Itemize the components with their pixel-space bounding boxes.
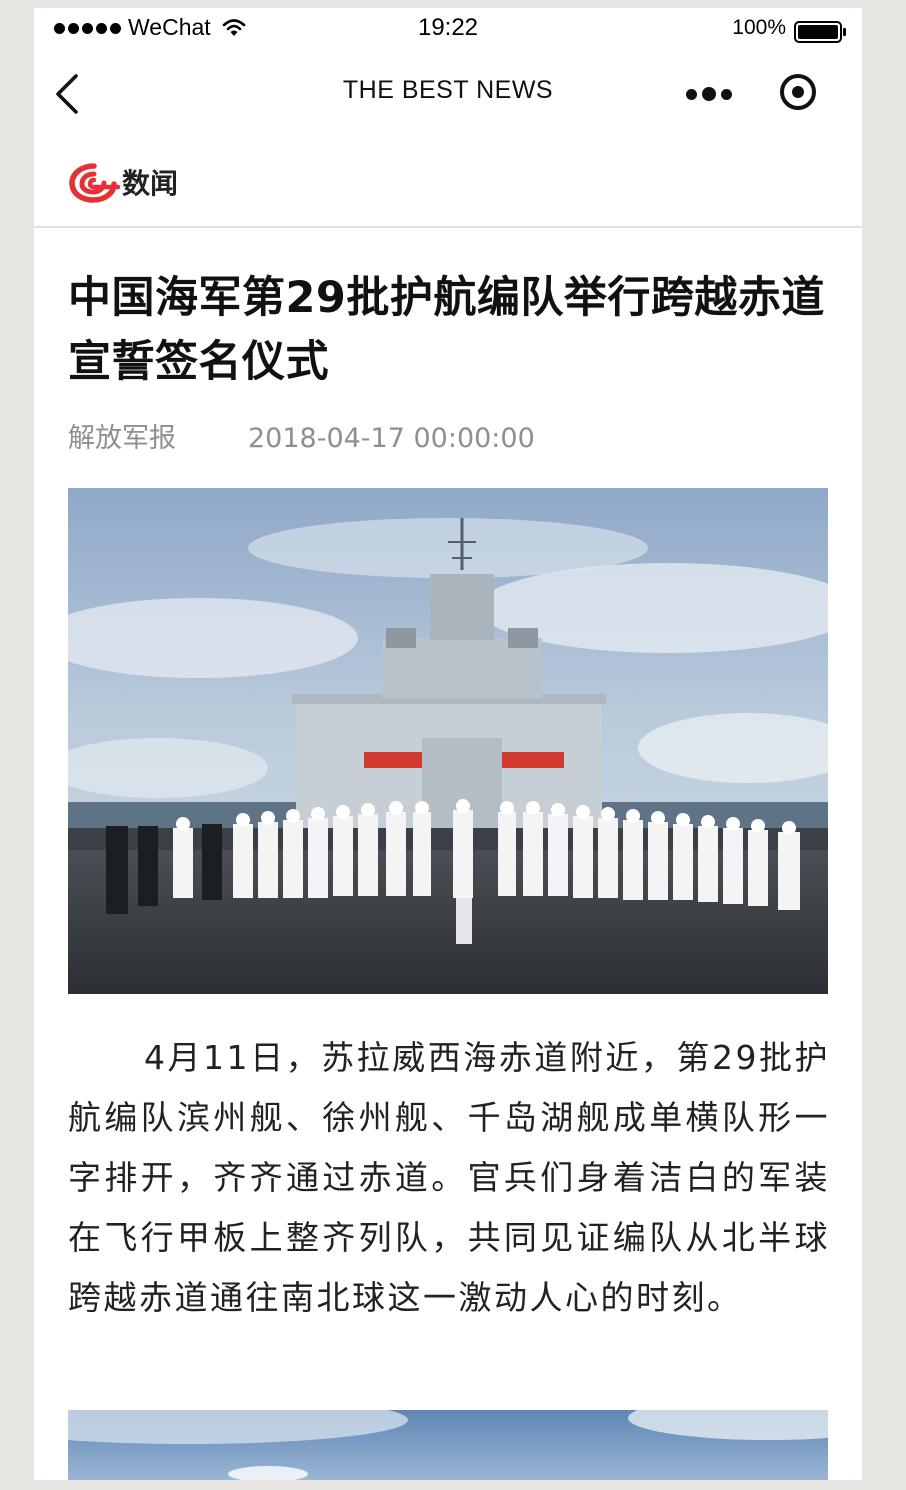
article-title: 中国海军第29批护航编队举行跨越赤道宣誓签名仪式	[68, 273, 825, 387]
article-date: 2018-04-17 00:00:00	[248, 423, 535, 454]
article-second-image[interactable]	[68, 1410, 828, 1480]
status-bar: WeChat 19:22 100%	[34, 8, 862, 48]
battery-icon	[794, 21, 846, 43]
more-dots-icon[interactable]	[686, 84, 738, 104]
brand-name: 数闻	[122, 167, 179, 200]
navigation-bar: THE BEST NEWS	[34, 48, 862, 138]
shuwen-logo-icon	[69, 163, 120, 203]
close-target-icon[interactable]	[778, 72, 818, 112]
header-divider	[34, 226, 862, 228]
battery-percentage: 100%	[732, 16, 786, 39]
brand-header[interactable]: 数闻	[68, 160, 178, 204]
warship-ceremony-image[interactable]	[68, 488, 828, 994]
article-source[interactable]: 解放军报	[68, 416, 248, 455]
article-meta: 解放军报 2018-04-17 00:00:00	[68, 416, 535, 455]
phone-screen: WeChat 19:22 100% THE BEST NEWS 数闻 中国海军第…	[34, 8, 862, 1480]
article-paragraph: 4月11日，苏拉威西海赤道附近，第29批护航编队滨州舰、徐州舰、千岛湖舰成单横队…	[68, 1038, 830, 1317]
